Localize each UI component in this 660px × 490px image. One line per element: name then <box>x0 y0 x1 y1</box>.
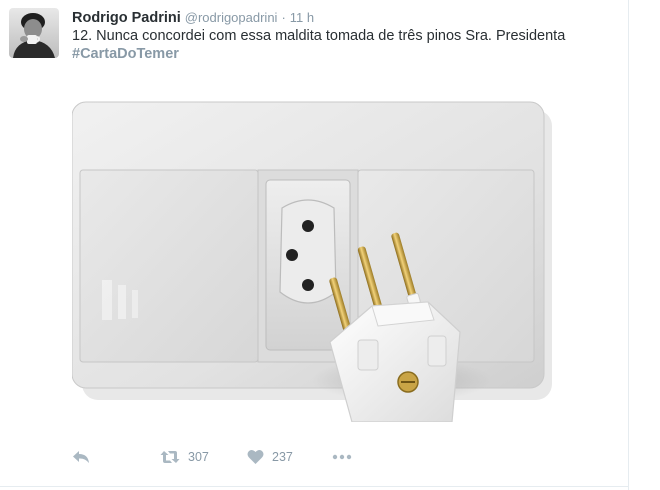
more-button[interactable] <box>332 446 352 468</box>
heart-icon <box>247 449 264 465</box>
outlet-plug-image <box>72 80 578 422</box>
avatar-photo <box>9 8 59 58</box>
header-separator: · <box>281 10 286 25</box>
like-count: 237 <box>272 450 293 464</box>
tweet-header: Rodrigo Padrini @rodrigopadrini · 11 h <box>72 7 314 27</box>
hashtag-link[interactable]: #CartaDoTemer <box>72 45 617 63</box>
tweet-timestamp[interactable]: 11 h <box>290 10 314 25</box>
author-fullname[interactable]: Rodrigo Padrini <box>72 10 181 26</box>
tweet[interactable]: Rodrigo Padrini @rodrigopadrini · 11 h 12. … <box>0 0 628 490</box>
tweet-bottom-divider <box>0 486 628 487</box>
author-username[interactable]: @rodrigopadrini <box>185 10 278 25</box>
reply-button[interactable] <box>72 446 90 468</box>
like-button[interactable]: 237 <box>247 446 293 468</box>
reply-icon <box>72 449 90 465</box>
avatar[interactable] <box>9 8 59 58</box>
tweet-body: 12. Nunca concordei com essa maldita tom… <box>72 28 566 44</box>
tweet-media-photo[interactable] <box>72 80 578 422</box>
retweet-button[interactable]: 307 <box>160 446 209 468</box>
retweet-count: 307 <box>188 450 209 464</box>
retweet-icon <box>160 449 180 465</box>
tweet-actions: 307 237 <box>72 446 392 468</box>
right-rail <box>629 0 660 490</box>
tweet-text: 12. Nunca concordei com essa maldita tom… <box>72 27 617 63</box>
more-icon <box>332 449 352 465</box>
